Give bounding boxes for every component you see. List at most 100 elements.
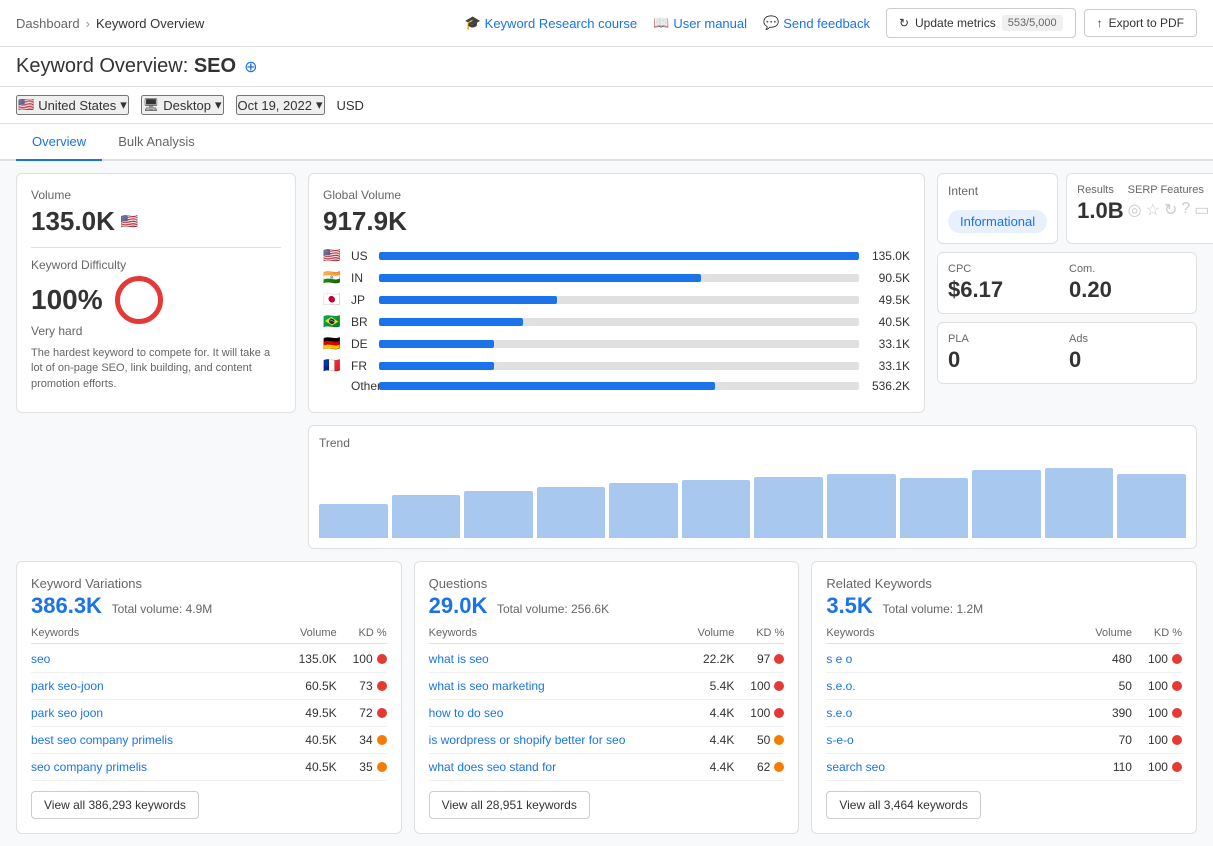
rk-dot-4 — [1172, 762, 1182, 772]
other-value: 536.2K — [865, 379, 910, 393]
kv-kd-3: 34 — [337, 733, 387, 747]
tab-overview[interactable]: Overview — [16, 124, 102, 161]
global-volume-value: 917.9K — [323, 206, 910, 237]
course-link[interactable]: 🎓 Keyword Research course — [464, 15, 637, 31]
results-widget: Results 1.0B SERP Features ◎ ☆ ↻ ? ▭ — [1066, 173, 1213, 244]
volume-label: Volume — [31, 188, 281, 202]
kd-circle — [115, 276, 163, 324]
keyword-variations-widget: Keyword Variations 386.3K Total volume: … — [16, 561, 402, 834]
com-label: Com. — [1069, 263, 1186, 275]
q-dot-0 — [774, 654, 784, 664]
kv-kd-1: 73 — [337, 679, 387, 693]
kv-vol-1: 60.5K — [277, 679, 337, 693]
country-row-jp: 🇯🇵 JP 49.5K — [323, 291, 910, 308]
rk-vol-3: 70 — [1072, 733, 1132, 747]
kv-row-1: park seo-joon 60.5K 73 — [31, 673, 387, 700]
rk-view-all-button[interactable]: View all 3,464 keywords — [826, 791, 981, 819]
device-filter[interactable]: 🖥 Desktop ▾ — [141, 95, 224, 115]
date-filter[interactable]: Oct 19, 2022 ▾ — [236, 95, 325, 115]
jp-bar-container — [379, 296, 859, 304]
kv-kd-2: 72 — [337, 706, 387, 720]
q-kw-4[interactable]: what does seo stand for — [429, 760, 675, 774]
rk-row-2: s.e.o 390 100 — [826, 700, 1182, 727]
q-kw-1[interactable]: what is seo marketing — [429, 679, 675, 693]
br-flag: 🇧🇷 — [323, 313, 345, 330]
intent-label: Intent — [948, 184, 1047, 198]
kd-section: 100% — [31, 276, 281, 324]
kv-kd-4: 35 — [337, 760, 387, 774]
q-kw-2[interactable]: how to do seo — [429, 706, 675, 720]
rk-kw-2[interactable]: s.e.o — [826, 706, 1072, 720]
kv-total-label: Total volume: 4.9M — [112, 602, 213, 616]
fr-bar-container — [379, 362, 859, 370]
rk-kd-3: 100 — [1132, 733, 1182, 747]
serp-icon-3: ↻ — [1164, 200, 1177, 220]
kv-kw-4[interactable]: seo company primelis — [31, 760, 277, 774]
add-keyword-icon[interactable]: ⊕ — [244, 57, 257, 77]
q-view-all-button[interactable]: View all 28,951 keywords — [429, 791, 590, 819]
page-title: Keyword Overview: SEO — [16, 55, 236, 78]
in-bar — [379, 274, 701, 282]
kv-vol-3: 40.5K — [277, 733, 337, 747]
rk-kw-3[interactable]: s-e-o — [826, 733, 1072, 747]
tab-bulk-analysis[interactable]: Bulk Analysis — [102, 124, 211, 161]
br-value: 40.5K — [865, 315, 910, 329]
rk-col-kw: Keywords — [826, 627, 1072, 639]
kv-kw-2[interactable]: park seo joon — [31, 706, 277, 720]
q-total-label: Total volume: 256.6K — [497, 602, 609, 616]
rk-row-4: search seo 110 100 — [826, 754, 1182, 781]
rk-kw-4[interactable]: search seo — [826, 760, 1072, 774]
kv-section-title: Keyword Variations — [31, 576, 387, 591]
serp-icon-1: ◎ — [1128, 200, 1142, 220]
rk-kw-0[interactable]: s e o — [826, 652, 1072, 666]
rk-kw-1[interactable]: s.e.o. — [826, 679, 1072, 693]
manual-link[interactable]: 📖 User manual — [653, 15, 747, 31]
rk-total-label: Total volume: 1.2M — [882, 602, 983, 616]
kv-kw-3[interactable]: best seo company primelis — [31, 733, 277, 747]
flag-icon: 🇺🇸 — [18, 97, 34, 113]
kv-view-all-button[interactable]: View all 386,293 keywords — [31, 791, 199, 819]
q-kw-0[interactable]: what is seo — [429, 652, 675, 666]
rk-row-3: s-e-o 70 100 — [826, 727, 1182, 754]
kv-table-header: Keywords Volume KD % — [31, 623, 387, 644]
update-metrics-button[interactable]: ↻ Update metrics 553/5,000 — [886, 8, 1076, 38]
feedback-link[interactable]: 💬 Send feedback — [763, 15, 870, 31]
q-row-1: what is seo marketing 5.4K 100 — [429, 673, 785, 700]
q-row-0: what is seo 22.2K 97 — [429, 646, 785, 673]
rk-kd-0: 100 — [1132, 652, 1182, 666]
kd-description: The hardest keyword to compete for. It w… — [31, 346, 281, 392]
serp-icon-2: ☆ — [1146, 200, 1160, 220]
ads-value: 0 — [1069, 347, 1186, 373]
export-pdf-button[interactable]: ↑ Export to PDF — [1084, 9, 1197, 37]
trend-bar-9 — [972, 470, 1041, 538]
ads-label: Ads — [1069, 333, 1186, 345]
de-code: DE — [351, 337, 373, 351]
rk-dot-0 — [1172, 654, 1182, 664]
q-dot-3 — [774, 735, 784, 745]
country-filter[interactable]: 🇺🇸 United States ▾ — [16, 95, 129, 115]
jp-value: 49.5K — [865, 293, 910, 307]
q-section-title: Questions — [429, 576, 785, 591]
breadcrumb-separator: › — [86, 16, 90, 31]
trend-widget: Trend — [308, 425, 1197, 549]
de-flag: 🇩🇪 — [323, 335, 345, 352]
kv-kw-1[interactable]: park seo-joon — [31, 679, 277, 693]
trend-bar-5 — [682, 480, 751, 538]
chevron-down-icon: ▾ — [215, 97, 222, 113]
results-value: 1.0B — [1077, 198, 1123, 224]
q-kw-3[interactable]: is wordpress or shopify better for seo — [429, 733, 675, 747]
breadcrumb-dashboard[interactable]: Dashboard — [16, 16, 80, 31]
fr-value: 33.1K — [865, 359, 910, 373]
rk-kd-4: 100 — [1132, 760, 1182, 774]
kv-row-0: seo 135.0K 100 — [31, 646, 387, 673]
kv-kw-0[interactable]: seo — [31, 652, 277, 666]
q-row-2: how to do seo 4.4K 100 — [429, 700, 785, 727]
trend-bar-3 — [537, 487, 606, 538]
rk-vol-2: 390 — [1072, 706, 1132, 720]
trend-bar-2 — [464, 491, 533, 538]
q-dot-2 — [774, 708, 784, 718]
country-row-de: 🇩🇪 DE 33.1K — [323, 335, 910, 352]
cpc-widget: CPC $6.17 Com. 0.20 — [937, 252, 1197, 314]
kv-col-vol: Volume — [277, 627, 337, 639]
filters-bar: 🇺🇸 United States ▾ 🖥 Desktop ▾ Oct 19, 2… — [0, 87, 1213, 124]
